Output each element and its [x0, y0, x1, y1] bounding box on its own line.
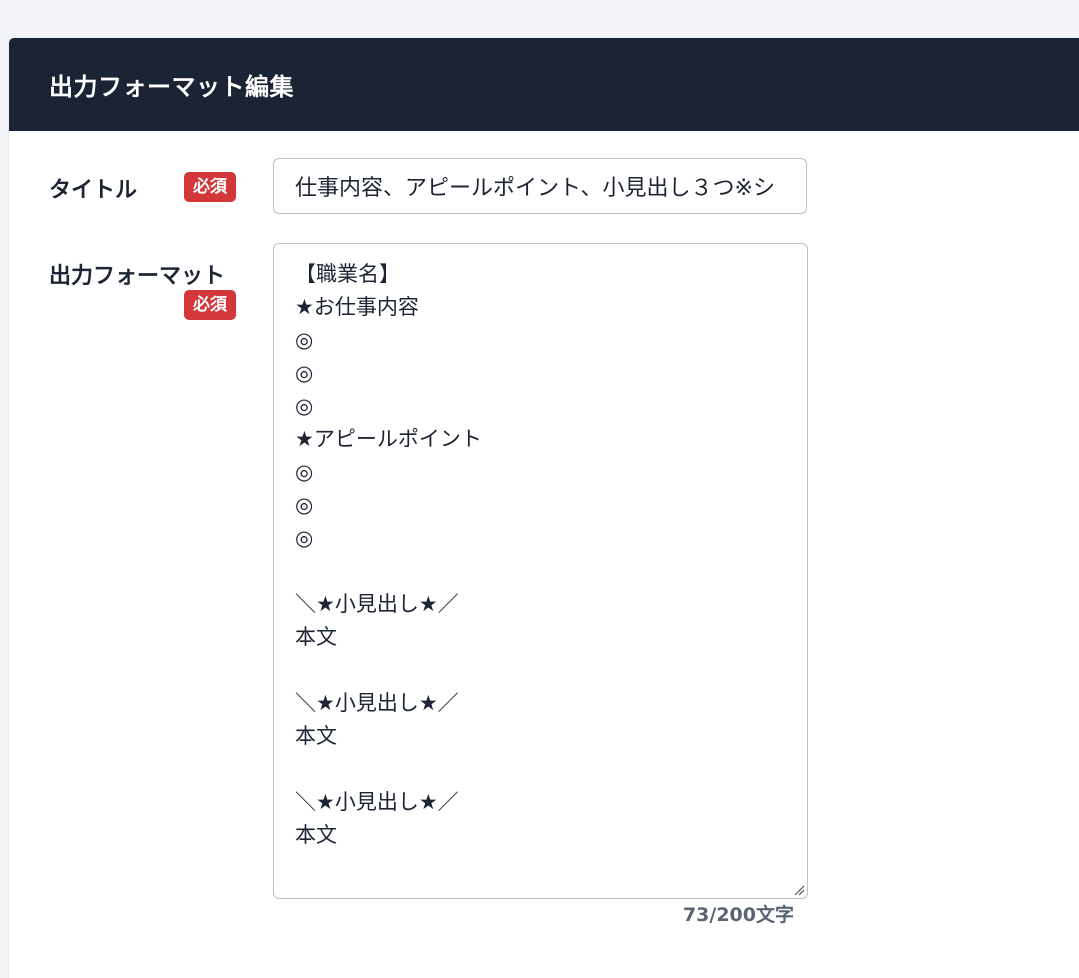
page-title: 出力フォーマット編集: [49, 73, 294, 101]
title-label: タイトル: [49, 178, 138, 203]
char-counter: 73/200文字: [682, 904, 794, 926]
edit-panel: 出力フォーマット編集 タイトル 必須 出力フォーマット 必須 【職業名】 ★お仕…: [9, 38, 1079, 978]
title-required-badge: 必須: [184, 172, 236, 202]
format-label: 出力フォーマット: [49, 264, 226, 289]
resize-grip-icon[interactable]: [793, 884, 805, 896]
title-input[interactable]: [273, 158, 807, 214]
format-required-badge: 必須: [184, 290, 236, 320]
format-textarea[interactable]: 【職業名】 ★お仕事内容 ◎ ◎ ◎ ★アピールポイント ◎ ◎ ◎ ＼★小見出…: [273, 243, 808, 899]
panel-header: 出力フォーマット編集: [9, 38, 1079, 131]
